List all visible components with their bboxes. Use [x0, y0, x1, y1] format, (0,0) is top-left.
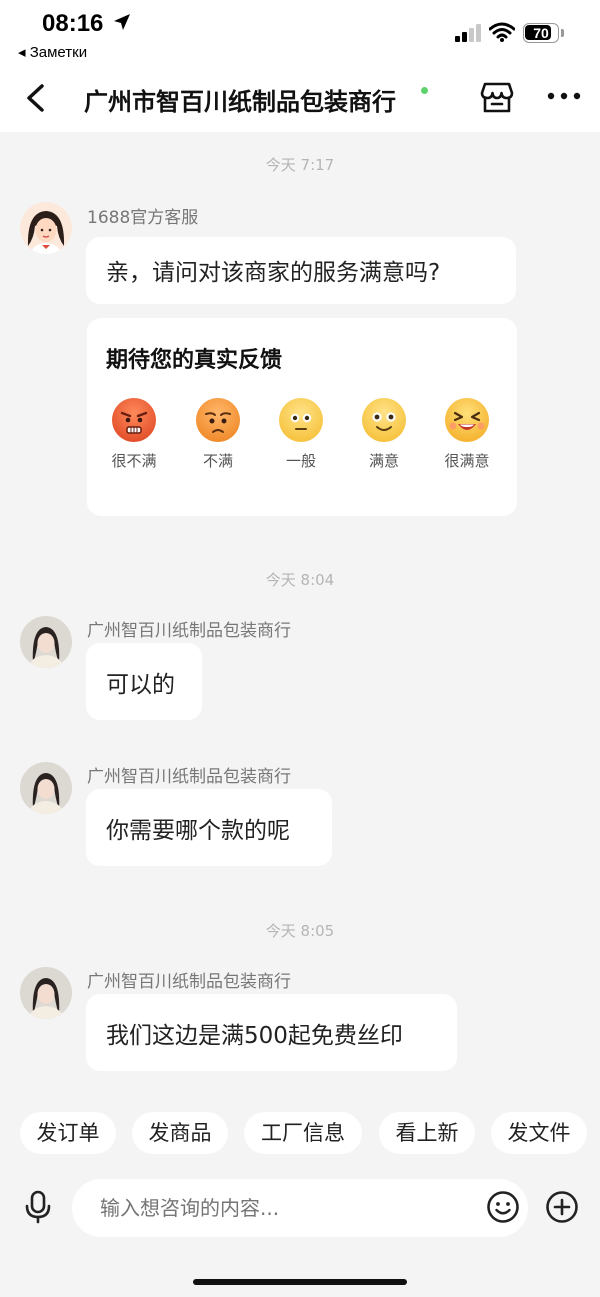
- battery-level: 70: [533, 25, 549, 41]
- feedback-option-neutral[interactable]: 一般: [266, 396, 336, 471]
- avatar[interactable]: [20, 616, 72, 668]
- feedback-label: 一般: [285, 452, 316, 470]
- message-bubble[interactable]: 亲，请问对该商家的服务满意吗?: [86, 237, 516, 304]
- location-arrow-icon: [114, 14, 130, 30]
- emoji-icon[interactable]: [486, 1190, 520, 1224]
- feedback-option-very-unsatisfied[interactable]: 很不满: [99, 396, 169, 471]
- chat-title: 广州市智百川纸制品包装商行: [84, 88, 396, 116]
- online-status-dot: [421, 87, 428, 94]
- feedback-label: 很满意: [444, 452, 490, 470]
- wifi-icon: [489, 22, 515, 42]
- feedback-option-very-satisfied[interactable]: 很满意: [432, 396, 502, 471]
- merchant-avatar-icon: [20, 967, 72, 1019]
- status-time: 08:16: [42, 10, 104, 37]
- home-indicator: [193, 1279, 407, 1285]
- feedback-title: 期待您的真实反馈: [106, 348, 283, 373]
- smile-face-icon: [362, 398, 406, 442]
- merchant-avatar-icon: [20, 616, 72, 668]
- message-bubble[interactable]: 我们这边是满500起免费丝印: [86, 994, 457, 1071]
- back-to-app-link[interactable]: ◂ Заметки: [18, 43, 87, 61]
- message-timestamp: 今天 8:04: [265, 571, 335, 589]
- sender-name: 广州智百川纸制品包装商行: [87, 972, 291, 992]
- avatar[interactable]: [20, 762, 72, 814]
- frown-face-icon: [196, 398, 240, 442]
- merchant-avatar-icon: [20, 762, 72, 814]
- customer-service-avatar-icon: [20, 202, 72, 254]
- feedback-option-unsatisfied[interactable]: 不满: [183, 396, 253, 471]
- message-text: 亲，请问对该商家的服务满意吗?: [106, 260, 441, 286]
- feedback-label: 不满: [202, 452, 233, 470]
- feedback-label: 很不满: [111, 452, 157, 470]
- quick-action-factory-info[interactable]: 工厂信息: [244, 1112, 362, 1154]
- back-chevron-icon[interactable]: [22, 83, 50, 113]
- quick-action-send-file[interactable]: 发文件: [491, 1112, 587, 1154]
- feedback-label: 满意: [368, 452, 399, 470]
- message-timestamp: 今天 8:05: [265, 922, 335, 940]
- message-text: 可以的: [106, 672, 175, 698]
- avatar[interactable]: [20, 967, 72, 1019]
- store-icon[interactable]: [480, 80, 514, 114]
- feedback-card: 期待您的真实反馈 很不满 不满 一般 满意 很满意: [87, 318, 517, 516]
- message-bubble[interactable]: 可以的: [86, 643, 202, 720]
- quick-action-send-product[interactable]: 发商品: [132, 1112, 228, 1154]
- status-bar: 08:16 ◂ Заметки 70: [0, 0, 600, 70]
- cellular-signal-icon: [455, 24, 481, 42]
- sender-name: 1688官方客服: [87, 208, 199, 228]
- battery-icon: 70: [523, 23, 559, 43]
- sender-name: 广州智百川纸制品包装商行: [87, 767, 291, 787]
- message-text: 你需要哪个款的呢: [106, 818, 290, 844]
- message-text: 我们这边是满500起免费丝印: [106, 1023, 403, 1049]
- chat-header: 广州市智百川纸制品包装商行: [0, 70, 600, 132]
- message-input[interactable]: [72, 1179, 528, 1237]
- laughing-face-icon: [445, 398, 489, 442]
- quick-action-new-arrivals[interactable]: 看上新: [379, 1112, 475, 1154]
- sender-name: 广州智百川纸制品包装商行: [87, 621, 291, 641]
- angry-face-icon: [112, 398, 156, 442]
- quick-action-send-order[interactable]: 发订单: [20, 1112, 116, 1154]
- microphone-icon[interactable]: [24, 1190, 52, 1224]
- avatar[interactable]: [20, 202, 72, 254]
- add-attachment-icon[interactable]: [545, 1190, 579, 1224]
- neutral-face-icon: [279, 398, 323, 442]
- message-timestamp: 今天 7:17: [265, 156, 335, 174]
- more-options-icon[interactable]: [546, 90, 582, 102]
- feedback-option-satisfied[interactable]: 满意: [349, 396, 419, 471]
- message-bubble[interactable]: 你需要哪个款的呢: [86, 789, 332, 866]
